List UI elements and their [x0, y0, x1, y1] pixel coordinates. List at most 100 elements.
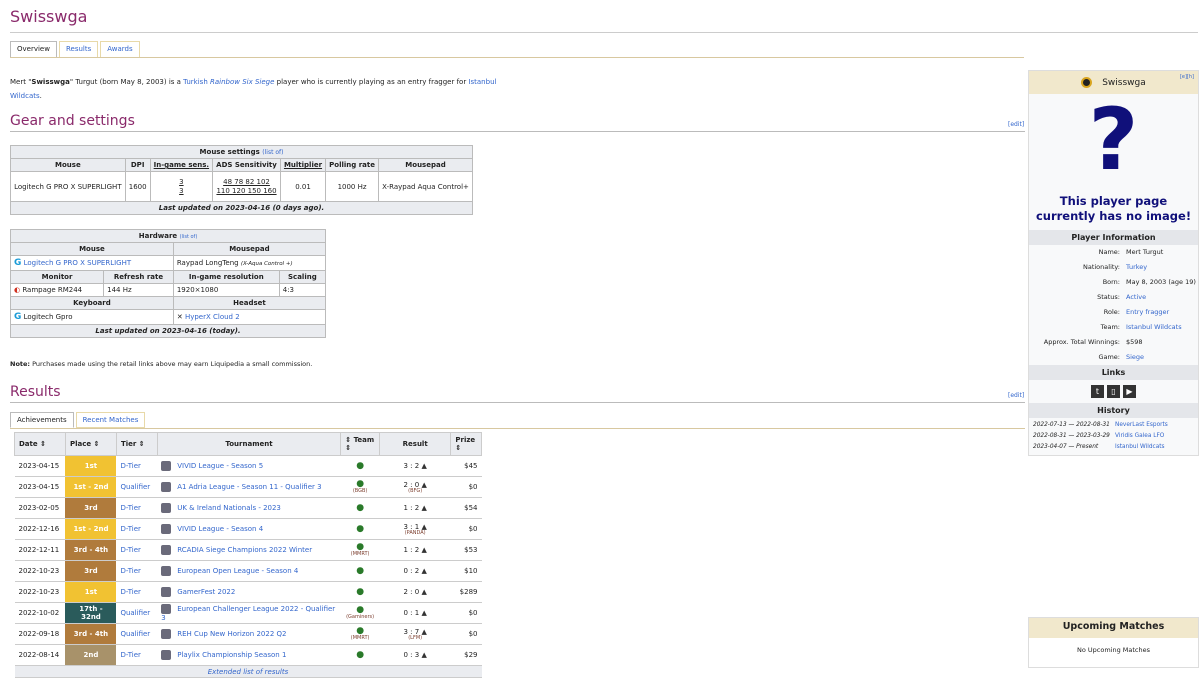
- tournament-link[interactable]: European Open League - Season 4: [177, 567, 298, 575]
- info-value[interactable]: Entry fragger: [1124, 305, 1198, 320]
- nationality-link[interactable]: Turkish: [183, 78, 208, 86]
- twitter-icon[interactable]: t: [1091, 385, 1104, 398]
- tournament-link[interactable]: RCADIA Siege Champions 2022 Winter: [177, 546, 312, 554]
- result-team: ● (MMRT): [340, 539, 380, 561]
- info-value[interactable]: Siege: [1124, 350, 1198, 365]
- result-tier[interactable]: D-Tier: [116, 581, 158, 603]
- hw-head-cell: ✕ HyperX Cloud 2: [172, 309, 327, 325]
- player-info-section: Player Information: [1029, 230, 1198, 245]
- col-prize[interactable]: Prize ⇕: [450, 432, 482, 456]
- tournament-link[interactable]: A1 Adria League - Season 11 - Qualifier …: [177, 483, 321, 491]
- result-tier[interactable]: D-Tier: [116, 644, 158, 666]
- extended-results-link[interactable]: Extended list of results: [14, 665, 482, 678]
- infobox-edit-link[interactable]: [e][h]: [1180, 74, 1194, 80]
- twitch-icon[interactable]: ▯: [1107, 385, 1120, 398]
- tab-overview[interactable]: Overview: [10, 41, 57, 58]
- info-row: Approx. Total Winnings: $598: [1029, 335, 1198, 350]
- hw-mouse-link[interactable]: Logitech G PRO X SUPERLIGHT: [24, 259, 132, 267]
- col-place[interactable]: Place ⇕: [64, 432, 117, 456]
- ms-sens-1: 3: [179, 177, 184, 186]
- results-edit-link[interactable]: [edit]: [1008, 392, 1024, 399]
- result-tier[interactable]: D-Tier: [116, 455, 158, 477]
- opponent-icon: ▲: [419, 588, 427, 596]
- tournament-link[interactable]: VIVID League - Season 4: [177, 525, 263, 533]
- result-tournament: Playlix Championship Season 1: [157, 644, 341, 666]
- history-team[interactable]: NeverLast Esports: [1115, 422, 1168, 428]
- tab-achievements[interactable]: Achievements: [10, 412, 74, 428]
- mouse-settings-label: Mouse settings: [199, 148, 260, 156]
- results-divider: [10, 402, 1025, 403]
- team-tag: (Gaminers): [346, 614, 375, 620]
- upcoming-matches-title: Upcoming Matches: [1029, 618, 1198, 638]
- result-tier[interactable]: Qualifier: [116, 476, 158, 498]
- ms-updated: Last updated on 2023-04-16 (0 days ago).: [10, 201, 473, 215]
- info-value[interactable]: Turkey: [1124, 260, 1198, 275]
- col-tier[interactable]: Tier ⇕: [115, 432, 158, 456]
- hw-h-mouse: Mouse: [10, 242, 174, 256]
- history-section: History: [1029, 403, 1198, 418]
- tournament-link[interactable]: Playlix Championship Season 1: [177, 651, 286, 659]
- ms-ads-2: 110 120 150 160: [216, 186, 277, 195]
- tournament-link[interactable]: GamerFest 2022: [177, 588, 235, 596]
- tournament-link[interactable]: REH Cup New Horizon 2022 Q2: [177, 630, 286, 638]
- note-bold: Note:: [10, 360, 31, 368]
- youtube-icon[interactable]: ▶: [1123, 385, 1136, 398]
- team-icon: ●: [356, 649, 365, 660]
- page-tabs: Overview Results Awards: [10, 41, 140, 58]
- tab-awards[interactable]: Awards: [100, 41, 140, 58]
- info-value: Mert Turgut: [1126, 248, 1164, 256]
- result-tier[interactable]: Qualifier: [116, 623, 158, 645]
- tournament-icon: [161, 524, 172, 534]
- result-place: 1st - 2nd: [65, 518, 117, 540]
- result-prize: $289: [450, 581, 482, 603]
- col-team[interactable]: ⇕ Team ⇕: [340, 432, 380, 456]
- hw-mouse-cell: G Logitech G PRO X SUPERLIGHT: [10, 255, 174, 271]
- col-date[interactable]: Date ⇕: [14, 432, 66, 456]
- result-prize: $54: [450, 497, 482, 519]
- info-row: Born: May 8, 2003 (age 19): [1029, 275, 1198, 290]
- hw-headset-link[interactable]: HyperX Cloud 2: [185, 313, 240, 321]
- tab-recent-matches[interactable]: Recent Matches: [75, 412, 146, 428]
- mouse-settings-title: Mouse settings (list of): [10, 145, 473, 159]
- result-tournament: VIVID League - Season 4: [157, 518, 341, 540]
- info-value[interactable]: Istanbul Wildcats: [1124, 320, 1198, 335]
- history-team[interactable]: Viridis Galea LFO: [1115, 433, 1164, 439]
- result-tier[interactable]: D-Tier: [116, 518, 158, 540]
- result-tier[interactable]: D-Tier: [116, 539, 158, 561]
- upcoming-matches-box: Upcoming Matches No Upcoming Matches: [1028, 617, 1199, 668]
- result-score: 0 : 1 ▲: [379, 602, 451, 624]
- tournament-link[interactable]: European Challenger League 2022 - Qualif…: [161, 605, 335, 622]
- info-row: Team: Istanbul Wildcats: [1029, 320, 1198, 335]
- hw-refresh: 144 Hz: [103, 283, 174, 297]
- tournament-link[interactable]: VIVID League - Season 5: [177, 462, 263, 470]
- table-row: 2022-12-11 3rd - 4th D-Tier RCADIA Siege Ch…: [14, 539, 482, 561]
- tournament-icon: [161, 503, 172, 513]
- sort-icon: ⇕: [93, 440, 100, 448]
- upcoming-matches-empty: No Upcoming Matches: [1076, 646, 1150, 654]
- history-team[interactable]: Istanbul Wildcats: [1115, 444, 1165, 450]
- col-date-label: Date: [19, 440, 38, 448]
- sort-icon: ⇕: [345, 444, 352, 452]
- sort-icon: ⇕: [138, 440, 145, 448]
- logitech-icon: G: [14, 312, 22, 322]
- game-link[interactable]: Rainbow Six Siege: [210, 78, 274, 86]
- opponent-icon: ▲: [419, 504, 427, 512]
- result-tier[interactable]: D-Tier: [116, 497, 158, 519]
- result-tier[interactable]: D-Tier: [116, 560, 158, 582]
- history-item: 2022-07-13 — 2022-08-31 NeverLast Esports: [1033, 420, 1194, 431]
- tab-results[interactable]: Results: [58, 41, 99, 58]
- result-tier[interactable]: Qualifier: [116, 602, 158, 624]
- info-value[interactable]: Active: [1124, 290, 1198, 305]
- result-date: 2023-04-15: [14, 476, 66, 498]
- mouse-settings-list-link[interactable]: (list of): [262, 149, 283, 156]
- tournament-link[interactable]: UK & Ireland Nationals - 2023: [177, 504, 281, 512]
- commission-note: Note: Purchases made using the retail li…: [10, 360, 312, 368]
- team-icon: ●: [356, 502, 365, 513]
- hardware-list-link[interactable]: (list of): [180, 234, 198, 240]
- table-row: 2022-10-23 3rd D-Tier European Open League …: [14, 560, 482, 582]
- result-score: 0 : 3 ▲: [379, 644, 451, 666]
- result-score: 3 : 2 ▲: [379, 455, 451, 477]
- gear-edit-link[interactable]: [edit]: [1008, 121, 1024, 128]
- opponent-tag: (BFG): [408, 487, 423, 494]
- opponent-icon: ▲: [419, 546, 427, 554]
